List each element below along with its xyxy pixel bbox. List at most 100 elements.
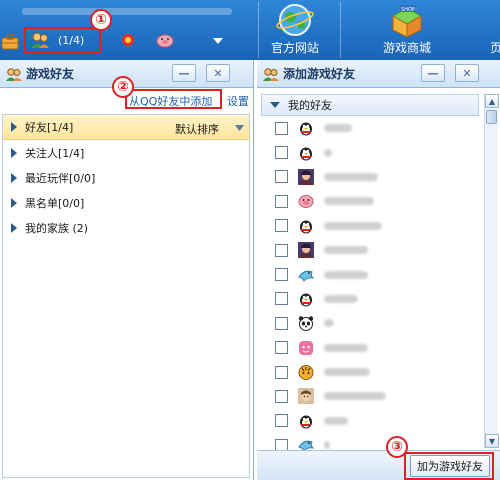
friend-row[interactable]: [261, 214, 485, 238]
annotation-number-1: ①: [90, 9, 112, 31]
friend-checkbox[interactable]: [275, 170, 288, 184]
penguin-avatar-icon: [298, 291, 314, 307]
friend-checkbox[interactable]: [275, 243, 288, 257]
sort-label[interactable]: 默认排序: [175, 121, 219, 137]
scroll-up-icon[interactable]: ▲: [485, 94, 499, 108]
close-button[interactable]: ✕: [206, 64, 230, 82]
minimize-button[interactable]: —: [421, 64, 445, 82]
friend-name-redacted: [324, 319, 334, 328]
friend-row[interactable]: [261, 409, 485, 433]
friends-button[interactable]: (1/4): [30, 29, 102, 51]
friend-checkbox[interactable]: [275, 219, 288, 233]
friend-name-redacted: [324, 270, 368, 279]
collapse-arrow-icon: [270, 102, 280, 108]
game-friends-panel: 游戏好友 — ✕ 从QQ好友中添加 设置 ② 好友[1/4] 默认排序 关注人[…: [0, 60, 254, 480]
group-label: 最近玩伴[0/0]: [25, 171, 96, 185]
friend-row[interactable]: [261, 116, 485, 140]
penguin-avatar-icon: [298, 145, 314, 161]
friend-checkbox[interactable]: [275, 389, 288, 403]
minimize-icon: —: [427, 66, 439, 80]
scroll-down-icon[interactable]: ▼: [485, 434, 499, 448]
friend-checkbox[interactable]: [275, 341, 288, 355]
group-label: 黑名单[0/0]: [25, 196, 85, 210]
friend-checkbox[interactable]: [275, 194, 288, 208]
friend-checkbox[interactable]: [275, 316, 288, 330]
nav-game-shop[interactable]: SHOP 游戏商城: [372, 0, 442, 60]
pig-avatar-icon: [298, 193, 314, 209]
friend-list-scrollbar[interactable]: ▲ ▼: [484, 94, 499, 448]
scroll-thumb[interactable]: [486, 110, 497, 124]
friend-checkbox[interactable]: [275, 414, 288, 428]
friend-row[interactable]: [261, 384, 485, 408]
pink-face-avatar-icon: [298, 340, 314, 356]
group-row-recent[interactable]: 最近玩伴[0/0]: [3, 165, 249, 190]
toolbar-separator: [340, 2, 341, 58]
add-game-friend-panel: 添加游戏好友 — ✕ 我的好友 ▲ ▼ 加为游戏好友: [257, 60, 500, 480]
add-from-qq-link[interactable]: 从QQ好友中添加: [129, 93, 212, 109]
nav-official-site[interactable]: 官方网站: [262, 0, 328, 60]
person-dark-avatar-icon: [298, 242, 314, 259]
nav-game-shop-label: 游戏商城: [382, 41, 431, 55]
friend-name-redacted: [324, 368, 370, 377]
group-row-following[interactable]: 关注人[1/4]: [3, 140, 249, 165]
friend-group-list: 好友[1/4] 默认排序 关注人[1/4] 最近玩伴[0/0] 黑名单[0/0]…: [2, 114, 250, 478]
friend-row[interactable]: [261, 287, 485, 311]
friends-icon: [6, 67, 22, 81]
friend-name-redacted: [324, 416, 348, 425]
friend-checkbox[interactable]: [275, 121, 288, 135]
shop-icon: SHOP: [391, 5, 423, 38]
sort-dropdown-icon[interactable]: [231, 121, 247, 135]
minimize-icon: —: [178, 66, 190, 80]
group-row-friends[interactable]: 好友[1/4] 默认排序: [3, 115, 249, 140]
friend-name-redacted: [324, 343, 368, 352]
group-row-family[interactable]: 我的家族 (2): [3, 215, 249, 240]
friend-row[interactable]: [261, 189, 485, 213]
annotation-number-2: ②: [112, 76, 134, 98]
penguin-avatar-icon: [298, 413, 314, 429]
friend-checkbox[interactable]: [275, 146, 288, 160]
person-face-avatar-icon: [298, 388, 314, 405]
friend-name-redacted: [324, 124, 352, 133]
expand-arrow-icon: [11, 222, 17, 233]
game-friends-title: 游戏好友: [26, 67, 75, 81]
friend-checkbox[interactable]: [275, 292, 288, 306]
nav-overflow[interactable]: 页: [486, 0, 500, 60]
friend-row[interactable]: [261, 140, 485, 164]
blurred-title: [22, 8, 232, 15]
penguin-avatar-icon: [298, 218, 314, 234]
group-row-blacklist[interactable]: 黑名单[0/0]: [3, 190, 249, 215]
minimize-button[interactable]: —: [172, 64, 196, 82]
friend-row[interactable]: [261, 336, 485, 360]
group-label: 关注人[1/4]: [25, 146, 85, 160]
expand-arrow-icon: [11, 197, 17, 208]
friends-icon: [31, 32, 49, 48]
group-label: 我的家族 (2): [25, 221, 89, 235]
annotation-number-3: ③: [386, 436, 408, 458]
close-icon: ✕: [462, 66, 472, 80]
friend-checkbox[interactable]: [275, 365, 288, 379]
friend-row[interactable]: [261, 311, 485, 335]
friend-name-redacted: [324, 148, 332, 157]
pig-icon[interactable]: [154, 30, 176, 50]
briefcase-icon[interactable]: [0, 32, 20, 52]
friend-row[interactable]: [261, 238, 485, 262]
friend-name-redacted: [324, 221, 382, 230]
friend-row[interactable]: [261, 360, 485, 384]
panda-avatar-icon: [298, 315, 314, 332]
flower-icon[interactable]: [118, 30, 138, 50]
dolphin-avatar-icon: [298, 267, 314, 283]
chevron-down-icon[interactable]: [210, 34, 226, 48]
close-button[interactable]: ✕: [455, 64, 479, 82]
my-friends-group-header[interactable]: 我的好友: [261, 94, 479, 116]
settings-link[interactable]: 设置: [227, 93, 249, 109]
friend-checkbox[interactable]: [275, 268, 288, 282]
friend-name-redacted: [324, 441, 330, 450]
top-toolbar: (1/4) ① 官方网站 SHOP 游戏商城 页: [0, 0, 500, 60]
friend-name-redacted: [324, 246, 368, 255]
annotation-box-3: [404, 452, 494, 480]
friend-row[interactable]: [261, 262, 485, 286]
friend-row[interactable]: [261, 165, 485, 189]
person-dark-avatar-icon: [298, 168, 314, 185]
toolbar-separator: [258, 2, 259, 58]
expand-arrow-icon: [11, 122, 17, 132]
